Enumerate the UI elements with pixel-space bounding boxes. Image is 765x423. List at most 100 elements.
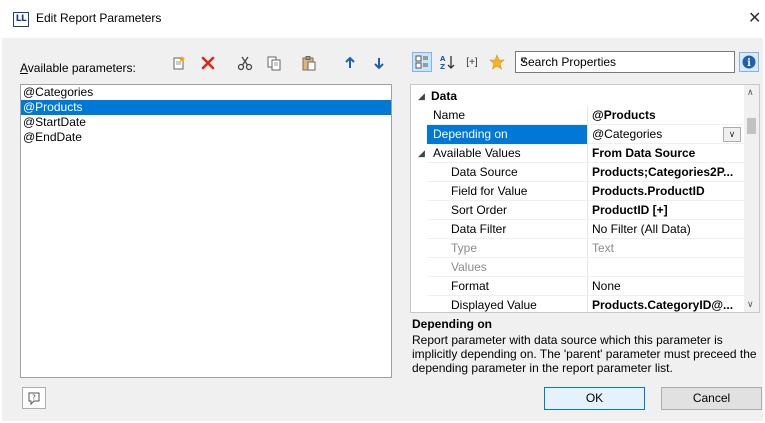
property-value[interactable]: Products.ProductID [587, 182, 745, 201]
property-name-cell: Sort Order [427, 201, 587, 220]
property-value[interactable]: Products.CategoryID@... [587, 296, 745, 312]
property-value: Text [587, 239, 745, 258]
delete-icon [201, 56, 215, 70]
property-value-dropdown[interactable]: @Categories ∨ [587, 125, 745, 144]
property-row-depending-on[interactable]: Depending on @Categories ∨ [411, 125, 745, 144]
property-grid-scrollbar[interactable]: ∧ ∨ [744, 85, 759, 312]
scroll-down-icon[interactable]: ∨ [747, 299, 754, 310]
expand-collapse-button[interactable]: [+] [462, 52, 482, 72]
favorites-button[interactable] [487, 52, 507, 72]
property-name-cell: Type [427, 239, 587, 258]
property-row-available-values[interactable]: ◢ Available Values From Data Source [411, 144, 745, 163]
property-name-cell: Available Values [427, 144, 587, 163]
cut-button[interactable] [234, 52, 256, 74]
property-name-cell: Depending on [427, 125, 587, 144]
sort-alphabetical-icon: A Z [440, 55, 455, 70]
property-name: Data Source [451, 165, 518, 179]
property-row-field-for-value[interactable]: Field for Value Products.ProductID [411, 182, 745, 201]
chevron-down-icon[interactable]: ∨ [520, 55, 730, 66]
parameter-item[interactable]: @StartDate [21, 115, 391, 130]
copy-icon [267, 56, 281, 71]
property-name: Field for Value [451, 184, 528, 198]
favorites-star-icon [489, 54, 505, 70]
description-title: Depending on [412, 317, 492, 331]
description-text: Report parameter with data source which … [412, 333, 757, 375]
category-name: Data [431, 89, 458, 103]
parameter-item-selected[interactable]: @Products [21, 100, 391, 115]
property-row-sort-order[interactable]: Sort Order ProductID [+] [411, 201, 745, 220]
available-parameters-label: Available parameters: [20, 61, 136, 75]
property-name: Values [451, 260, 487, 274]
property-value: @Categories [592, 127, 663, 141]
svg-text:A: A [440, 55, 446, 63]
collapse-triangle-icon[interactable]: ◢ [418, 144, 425, 163]
property-row-format[interactable]: Format None [411, 277, 745, 296]
info-button[interactable]: i [739, 52, 759, 72]
paste-icon [302, 56, 316, 71]
scroll-up-icon[interactable]: ∧ [747, 87, 754, 98]
svg-text:i: i [747, 58, 751, 69]
ok-button[interactable]: OK [544, 387, 645, 410]
property-row-type: Type Text [411, 239, 745, 258]
arrow-down-icon [374, 58, 384, 70]
parameter-item[interactable]: @Categories [21, 85, 391, 100]
property-name-cell: Values [427, 258, 587, 277]
property-name: Available Values [433, 146, 521, 160]
property-value[interactable]: ProductID [+] [587, 201, 745, 220]
property-row-values: Values [411, 258, 745, 277]
parameter-item[interactable]: @EndDate [21, 130, 391, 145]
property-value[interactable]: Products;Categories2P... [587, 163, 745, 182]
chevron-down-icon[interactable]: ∨ [723, 127, 741, 142]
property-name-cell: Field for Value [427, 182, 587, 201]
property-value [587, 258, 745, 277]
scrollbar-thumb[interactable] [747, 118, 756, 134]
parameter-list[interactable]: @Categories @Products @StartDate @EndDat… [20, 84, 392, 378]
property-name-cell: Name [427, 106, 587, 125]
info-icon: i [742, 55, 756, 69]
property-value[interactable]: @Products [587, 106, 745, 125]
property-value[interactable]: From Data Source [587, 144, 745, 163]
property-name-cell: Data Filter [427, 220, 587, 239]
arrow-up-icon [345, 56, 355, 68]
svg-text:?: ? [32, 394, 36, 402]
move-down-button[interactable] [368, 52, 390, 74]
property-name: Data Filter [451, 222, 507, 236]
new-parameter-icon [173, 56, 185, 70]
sort-alphabetical-button[interactable]: A Z [437, 52, 457, 72]
property-name: Format [451, 279, 490, 293]
property-value[interactable]: No Filter (All Data) [587, 220, 745, 239]
property-grid[interactable]: ◢ Data Name @Products Depending on @Cate… [410, 84, 760, 313]
paste-button[interactable] [298, 52, 320, 74]
move-up-button[interactable] [339, 52, 361, 74]
app-icon: LL [13, 12, 29, 27]
copy-button[interactable] [263, 52, 285, 74]
categorized-view-icon [415, 55, 428, 69]
property-name: Name [433, 108, 466, 122]
property-row-displayed-value[interactable]: Displayed Value Products.CategoryID@... [411, 296, 745, 312]
property-value[interactable]: None [587, 277, 745, 296]
cancel-button[interactable]: Cancel [661, 387, 762, 410]
property-name-cell: Format [427, 277, 587, 296]
collapse-triangle-icon[interactable]: ◢ [418, 87, 425, 106]
property-name-cell: Displayed Value [427, 296, 587, 312]
search-properties-input[interactable]: Search Properties ∨ [515, 51, 735, 73]
property-row-name[interactable]: Name @Products [411, 106, 745, 125]
property-name: Depending on [433, 127, 508, 141]
category-row-data[interactable]: ◢ Data [411, 87, 745, 106]
property-name: Type [451, 241, 478, 255]
title-bar: LL Edit Report Parameters ✕ [0, 0, 765, 38]
delete-button[interactable] [197, 52, 219, 74]
property-name: Sort Order [451, 203, 508, 217]
property-name: Displayed Value [451, 298, 537, 312]
property-name-cell: Data Source [427, 163, 587, 182]
property-row-data-source[interactable]: Data Source Products;Categories2P... [411, 163, 745, 182]
cut-icon [237, 56, 253, 71]
property-row-data-filter[interactable]: Data Filter No Filter (All Data) [411, 220, 745, 239]
close-icon[interactable]: ✕ [748, 8, 761, 28]
help-button[interactable]: ? [22, 387, 46, 409]
new-parameter-button[interactable] [168, 52, 190, 74]
categorized-view-button[interactable] [412, 52, 432, 72]
window-title: Edit Report Parameters [36, 11, 162, 25]
help-icon: ? [28, 392, 40, 405]
svg-text:Z: Z [440, 63, 445, 70]
